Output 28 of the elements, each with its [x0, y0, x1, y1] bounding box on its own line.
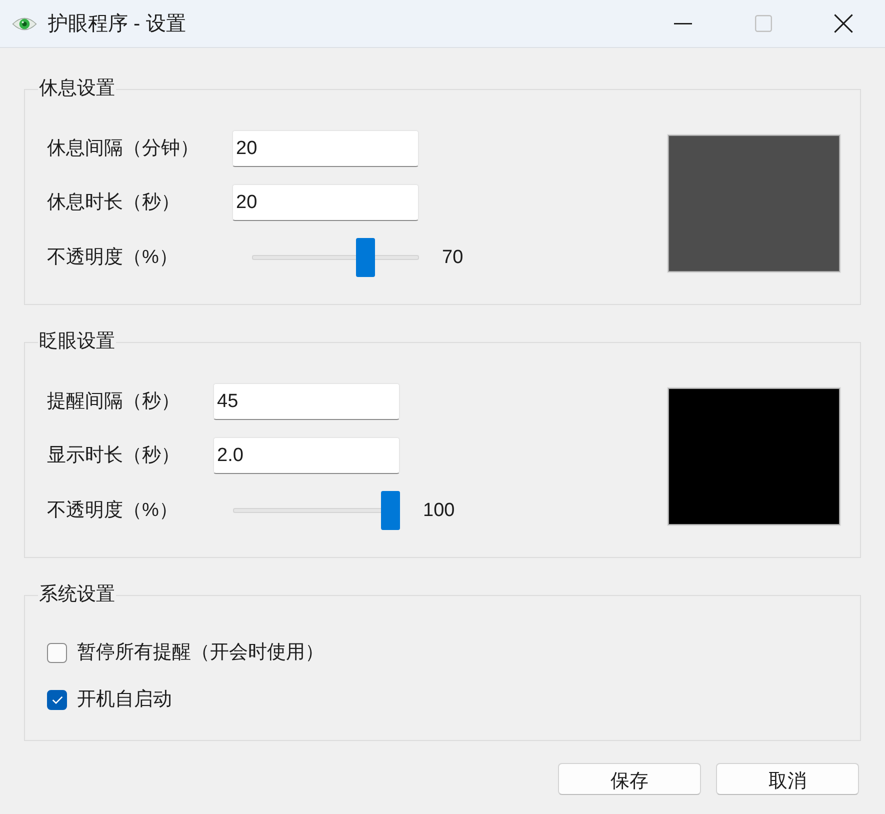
- slider-thumb[interactable]: [356, 238, 375, 277]
- close-icon: [834, 14, 852, 33]
- input-field[interactable]: 20: [232, 184, 419, 221]
- checkmark-icon: [52, 696, 62, 704]
- field-label: 显示时长（秒）: [47, 444, 180, 468]
- field-label: 不透明度（%）: [47, 498, 179, 522]
- input-field[interactable]: 2.0: [213, 437, 400, 474]
- dialog-button[interactable]: 取消: [716, 763, 859, 795]
- dialog-button[interactable]: 保存: [558, 763, 701, 795]
- checkbox[interactable]: [47, 642, 67, 662]
- field-label: 休息时长（秒）: [47, 190, 181, 214]
- slider-track[interactable]: [233, 491, 400, 530]
- checkbox[interactable]: [47, 690, 67, 710]
- input-field[interactable]: 20: [232, 130, 419, 167]
- field-label: 休息间隔（分钟）: [47, 136, 199, 160]
- field-label: 不透明度（%）: [47, 246, 179, 270]
- maximize-icon: [754, 15, 772, 32]
- slider-track[interactable]: [252, 238, 419, 277]
- checkbox-label[interactable]: 开机自启动: [77, 688, 172, 712]
- checkbox-label[interactable]: 暂停所有提醒（开会时使用）: [77, 640, 324, 664]
- minimize-icon: [674, 22, 692, 24]
- slider-value: 100: [423, 498, 455, 522]
- input-field[interactable]: 45: [213, 383, 400, 420]
- eye-icon: [12, 16, 37, 32]
- field-label: 提醒间隔（秒）: [47, 390, 180, 414]
- window-title: 护眼程序 - 设置: [48, 12, 186, 36]
- slider-thumb[interactable]: [381, 491, 400, 530]
- slider-value: 70: [442, 246, 464, 270]
